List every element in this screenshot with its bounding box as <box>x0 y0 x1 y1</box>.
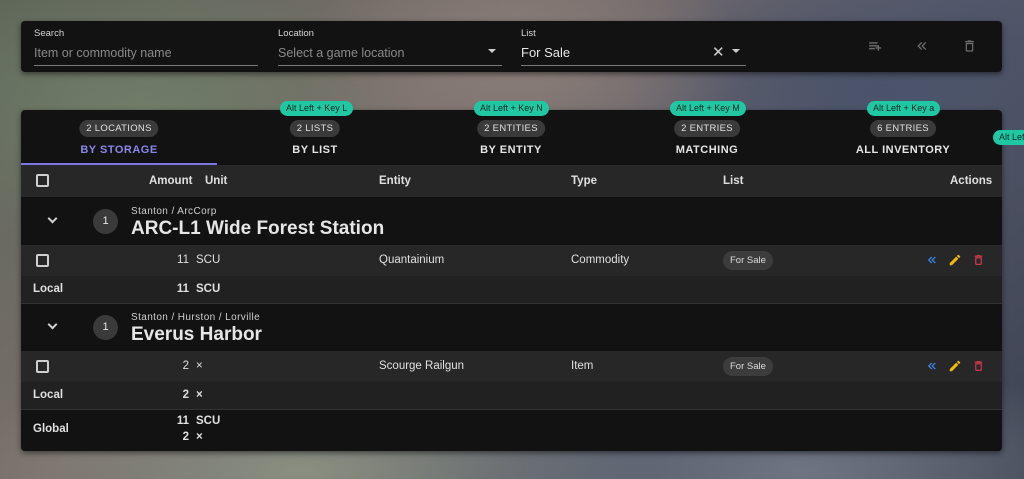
location-group-row: 1 Stanton / Hurston / Lorville Everus Ha… <box>21 304 1002 351</box>
shortcut-hint: Alt Left + Key a <box>867 101 941 116</box>
delete-icon[interactable] <box>972 359 985 378</box>
global-unit: SCU <box>196 415 221 427</box>
inventory-card: 2 LOCATIONS BY STORAGE 2 LISTS BY LIST 2… <box>21 110 1002 451</box>
tab-label: BY ENTITY <box>480 144 542 156</box>
shortcut-hint: Alt Left + Key M <box>670 101 746 116</box>
tab-matching[interactable]: 2 ENTRIES MATCHING <box>609 110 805 165</box>
dropdown-arrow-icon[interactable] <box>732 49 740 53</box>
subtotal-label: Local <box>33 283 64 295</box>
col-amount[interactable]: Amount <box>149 175 192 187</box>
global-unit: × <box>196 431 203 443</box>
location-breadcrumb: Stanton / ArcCorp <box>131 206 217 217</box>
list-select[interactable]: List For Sale ✕ <box>521 21 746 72</box>
view-tabs: 2 LOCATIONS BY STORAGE 2 LISTS BY LIST 2… <box>21 110 1002 165</box>
tab-by-list[interactable]: 2 LISTS BY LIST <box>217 110 413 165</box>
search-input[interactable]: Item or commodity name <box>34 46 172 60</box>
amount-cell: 2 <box>182 360 189 372</box>
list-value[interactable]: For Sale <box>521 45 570 60</box>
shortcut-hint: Alt Left + Key N <box>474 101 549 116</box>
local-subtotal-row: Local 11 SCU <box>21 276 1002 303</box>
col-entity[interactable]: Entity <box>379 175 411 187</box>
tab-count-chip: 2 ENTRIES <box>674 120 740 137</box>
table-row[interactable]: 11 SCU Quantainium Commodity For Sale <box>21 245 1002 276</box>
group-count: 1 <box>93 209 118 234</box>
entity-cell: Scourge Railgun <box>379 360 465 372</box>
playlist-add-icon[interactable] <box>867 38 884 60</box>
search-field[interactable]: Search Item or commodity name <box>34 21 258 72</box>
global-total-row: Global 11 SCU 2 × <box>21 410 1002 451</box>
list-chip[interactable]: For Sale <box>723 357 773 376</box>
group-count: 1 <box>93 315 118 340</box>
chevron-down-icon[interactable] <box>47 319 58 330</box>
table-row[interactable]: 2 × Scourge Railgun Item For Sale <box>21 351 1002 382</box>
dropdown-arrow-icon[interactable] <box>488 49 496 53</box>
subtotal-unit: SCU <box>196 283 221 295</box>
row-checkbox[interactable] <box>36 254 49 267</box>
col-type[interactable]: Type <box>571 175 597 187</box>
chevron-down-icon[interactable] <box>47 213 58 224</box>
double-chevron-left-icon[interactable] <box>914 38 930 59</box>
tab-label: BY STORAGE <box>80 144 158 156</box>
type-cell: Commodity <box>571 254 630 266</box>
location-title: Everus Harbor <box>131 324 262 345</box>
list-chip[interactable]: For Sale <box>723 251 773 270</box>
location-group-row: 1 Stanton / ArcCorp ARC-L1 Wide Forest S… <box>21 197 1002 245</box>
tab-count-chip: 6 ENTRIES <box>870 120 936 137</box>
tab-all-inventory[interactable]: 6 ENTRIES ALL INVENTORY <box>805 110 1001 165</box>
delete-icon[interactable] <box>972 253 985 272</box>
subtotal-label: Local <box>33 389 64 401</box>
edit-pencil-icon[interactable] <box>948 359 962 378</box>
select-all-checkbox[interactable] <box>36 174 49 187</box>
col-unit[interactable]: Unit <box>205 175 227 187</box>
tab-by-storage[interactable]: 2 LOCATIONS BY STORAGE <box>21 110 217 165</box>
move-icon[interactable] <box>925 359 939 378</box>
unit-cell: × <box>196 360 203 372</box>
edit-pencil-icon[interactable] <box>948 253 962 272</box>
move-icon[interactable] <box>925 253 939 272</box>
location-title: ARC-L1 Wide Forest Station <box>131 218 385 239</box>
tab-label: ALL INVENTORY <box>855 144 951 156</box>
tab-label: BY LIST <box>292 144 338 156</box>
amount-cell: 11 <box>177 254 189 266</box>
location-breadcrumb: Stanton / Hurston / Lorville <box>131 312 261 323</box>
type-cell: Item <box>571 360 594 372</box>
entity-cell: Quantainium <box>379 254 445 266</box>
tab-count-chip: 2 LOCATIONS <box>79 120 159 137</box>
filter-bar: Search Item or commodity name Location S… <box>21 21 1002 72</box>
location-input[interactable]: Select a game location <box>278 46 404 60</box>
search-label: Search <box>34 28 65 39</box>
tab-label: MATCHING <box>675 144 739 156</box>
location-label: Location <box>278 28 314 39</box>
list-underline <box>521 65 746 66</box>
tab-count-chip: 2 LISTS <box>289 120 341 137</box>
location-underline <box>278 65 502 66</box>
unit-cell: SCU <box>196 254 221 266</box>
location-select[interactable]: Location Select a game location <box>278 21 502 72</box>
clear-icon[interactable]: ✕ <box>712 43 725 61</box>
shortcut-hint: Alt Left + Key L <box>280 101 354 116</box>
tab-count-chip: 2 ENTITIES <box>477 120 545 137</box>
row-checkbox[interactable] <box>36 360 49 373</box>
table-header: Amount Unit Entity Type List Actions <box>21 165 1002 197</box>
subtotal-unit: × <box>196 389 203 401</box>
local-subtotal-row: Local 2 × <box>21 382 1002 409</box>
search-underline <box>34 65 258 66</box>
col-list[interactable]: List <box>723 175 743 187</box>
shortcut-hint: Alt Left <box>993 130 1024 145</box>
global-amount: 2 <box>182 431 189 443</box>
global-label: Global <box>33 423 69 435</box>
subtotal-amount: 2 <box>182 389 189 401</box>
tab-by-entity[interactable]: 2 ENTITIES BY ENTITY <box>413 110 609 165</box>
trash-icon[interactable] <box>962 38 977 59</box>
subtotal-amount: 11 <box>176 283 189 295</box>
list-label: List <box>521 28 536 39</box>
col-actions: Actions <box>950 175 993 187</box>
global-amount: 11 <box>176 415 189 427</box>
